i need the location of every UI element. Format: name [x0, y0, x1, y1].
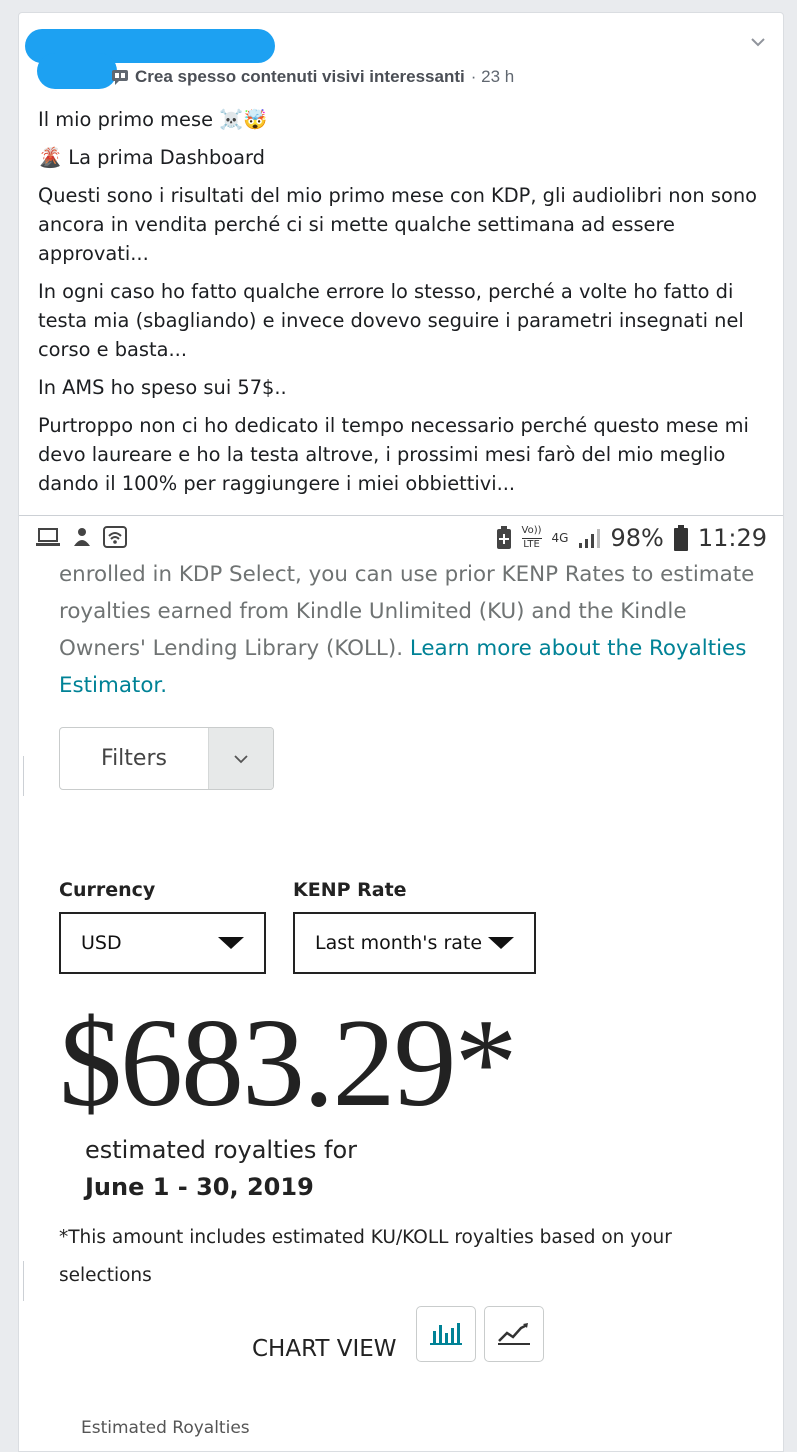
- caret-down-icon: [218, 937, 244, 949]
- date-range: June 1 - 30, 2019: [85, 1173, 314, 1201]
- post-paragraph: Questi sono i risultati del mio primo me…: [38, 184, 757, 265]
- line-chart-icon: [498, 1323, 530, 1345]
- post-paragraph: Il mio primo mese ☠️🤯: [38, 108, 268, 131]
- clock: 11:29: [697, 524, 767, 552]
- filters-label[interactable]: Filters: [60, 728, 208, 789]
- currency-label: Currency: [59, 879, 156, 901]
- post-body: Il mio primo mese ☠️🤯 🌋 La prima Dashboa…: [38, 105, 768, 507]
- phone-status-bar: Vo)) LTE 4G 98% 11:29: [35, 524, 767, 554]
- attached-screenshot[interactable]: Vo)) LTE 4G 98% 11:29 enrolled in KDP Se…: [19, 516, 783, 1451]
- post-timestamp[interactable]: · 23 h: [471, 67, 514, 87]
- royalties-estimator-intro: enrolled in KDP Select, you can use prio…: [59, 556, 759, 704]
- network-type: 4G: [551, 531, 569, 545]
- post-meta: Crea spesso contenuti visivi interessant…: [111, 67, 514, 87]
- estimated-royalties-label: estimated royalties for: [85, 1136, 358, 1164]
- author-badge[interactable]: Crea spesso contenuti visivi interessant…: [135, 67, 465, 87]
- caret-down-icon: [488, 937, 514, 949]
- redacted-avatar: [37, 53, 117, 89]
- chevron-down-icon: [234, 754, 248, 763]
- facebook-post-card: Crea spesso contenuti visivi interessant…: [18, 12, 784, 1452]
- kenp-rate-select[interactable]: Last month's rate: [293, 912, 536, 974]
- battery-percent: 98%: [610, 524, 664, 552]
- divider: [19, 756, 24, 796]
- filters-dropdown[interactable]: Filters: [59, 727, 274, 790]
- footnote: *This amount includes estimated KU/KOLL …: [59, 1227, 672, 1286]
- post-paragraph: 🌋 La prima Dashboard: [38, 146, 265, 169]
- kenp-rate-label: KENP Rate: [293, 879, 407, 901]
- chevron-down-icon[interactable]: [749, 33, 767, 51]
- bar-chart-icon: [430, 1323, 462, 1345]
- filters-toggle[interactable]: [208, 728, 273, 789]
- line-chart-view-button[interactable]: [484, 1306, 544, 1362]
- post-paragraph: In ogni caso ho fatto qualche errore lo …: [38, 280, 744, 361]
- chart-view-label: CHART VIEW: [252, 1336, 397, 1362]
- post-paragraph: In AMS ho speso sui 57$..: [38, 376, 287, 399]
- speech-bubble-icon: [112, 70, 128, 85]
- wifi-icon: [103, 526, 127, 548]
- signal-icon: [579, 529, 601, 548]
- divider: [19, 1261, 24, 1301]
- post-paragraph: Purtroppo non ci ho dedicato il tempo ne…: [38, 414, 749, 495]
- kenp-rate-value: Last month's rate: [315, 932, 483, 954]
- currency-value: USD: [81, 932, 122, 954]
- bar-chart-view-button[interactable]: [416, 1306, 476, 1362]
- notification-app-icon: [74, 528, 90, 546]
- volte-indicator: Vo)) LTE: [521, 525, 542, 550]
- estimated-royalties-heading: Estimated Royalties: [81, 1418, 250, 1438]
- laptop-icon: [36, 528, 60, 546]
- battery-icon: [673, 525, 688, 551]
- currency-select[interactable]: USD: [59, 912, 266, 974]
- estimated-royalties-amount: $683.29*: [59, 994, 517, 1133]
- battery-saver-icon: [496, 526, 511, 549]
